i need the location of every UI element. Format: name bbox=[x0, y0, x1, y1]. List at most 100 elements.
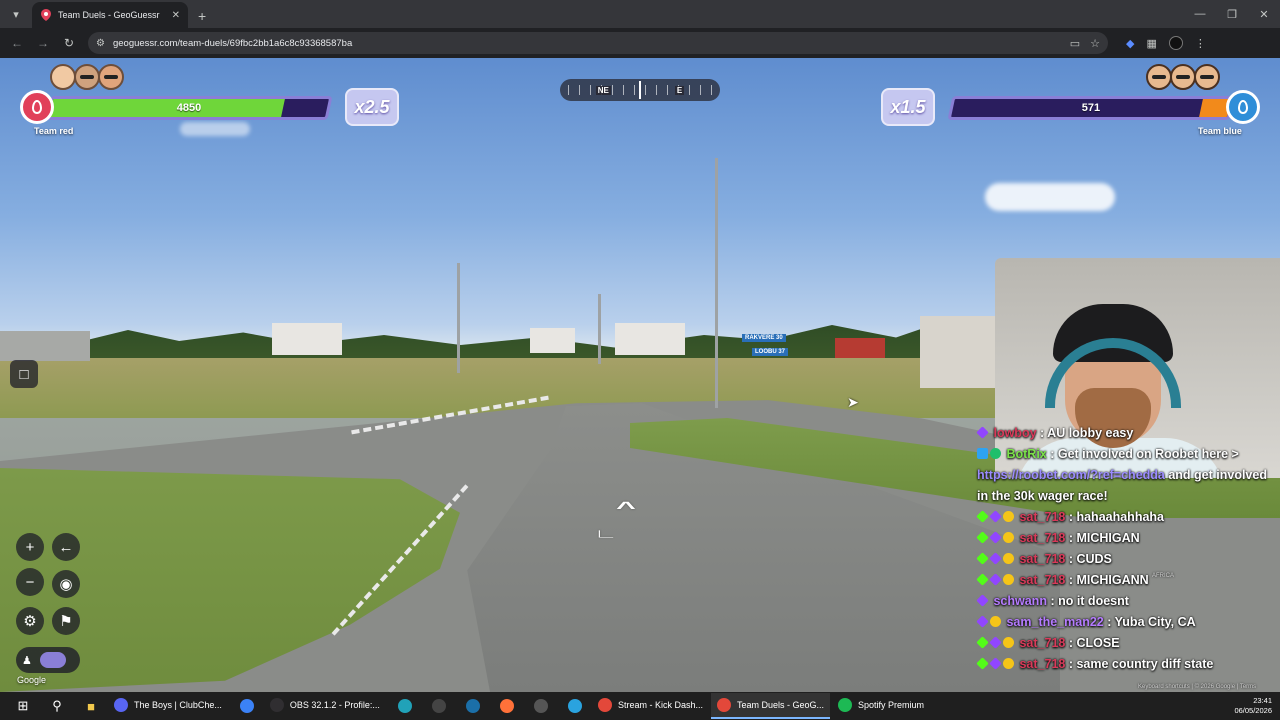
taskbar-app-label: Stream - Kick Dash... bbox=[617, 700, 703, 710]
house bbox=[615, 323, 685, 355]
team-red-health-value: 4850 bbox=[176, 102, 202, 114]
chat-badge-icon bbox=[976, 594, 989, 607]
avatar bbox=[1170, 64, 1196, 90]
chat-username[interactable]: sam_the_man22 bbox=[1003, 615, 1103, 629]
move-back-arrow-icon[interactable]: ∟ bbox=[594, 527, 618, 541]
team-red-pin-icon bbox=[20, 90, 54, 124]
chat-badge-icon bbox=[1003, 553, 1014, 564]
house bbox=[530, 328, 575, 353]
taskbar-app[interactable]: The Boys | ClubChe... bbox=[108, 693, 228, 719]
back-icon[interactable]: ← bbox=[6, 32, 28, 54]
team-blue-label: Team blue bbox=[1198, 126, 1242, 136]
chat-badge-icon bbox=[1003, 574, 1014, 585]
chat-badge-icon bbox=[1003, 511, 1014, 522]
bluetooth-icon[interactable] bbox=[236, 695, 258, 717]
chat-username[interactable]: sat_718 bbox=[1016, 552, 1065, 566]
return-to-start-icon[interactable]: ◉ bbox=[52, 570, 80, 598]
house bbox=[272, 323, 342, 355]
chat-message: BotRix : Get involved on Roobet here > h… bbox=[975, 444, 1280, 507]
tab-list-icon[interactable]: ▾ bbox=[4, 2, 28, 26]
steam-icon[interactable] bbox=[462, 695, 484, 717]
move-forward-arrow-icon[interactable]: ^ bbox=[616, 498, 636, 518]
extension-icon[interactable]: ◆ bbox=[1126, 37, 1134, 50]
chat-badge-icon bbox=[976, 426, 989, 439]
firefox-icon[interactable] bbox=[496, 695, 518, 717]
taskbar-app[interactable]: Stream - Kick Dash... bbox=[592, 693, 709, 719]
undo-move-icon[interactable]: ← bbox=[52, 533, 80, 561]
team-blue-multiplier: x1.5 bbox=[881, 88, 935, 126]
new-tab-icon[interactable]: + bbox=[198, 8, 206, 24]
chat-badge-icon bbox=[976, 615, 989, 628]
chat-text: : no it doesnt bbox=[1046, 594, 1129, 608]
puzzle-icon[interactable]: ▦ bbox=[1146, 37, 1156, 50]
reload-icon[interactable]: ↻ bbox=[58, 32, 80, 54]
close-icon[interactable]: ✕ bbox=[172, 10, 180, 21]
clock-date: 06/05/2026 bbox=[1234, 706, 1272, 715]
window-controls: — ❐ ✕ bbox=[1184, 0, 1280, 28]
address-bar[interactable]: ⚙ geoguessr.com/team-duels/69fbc2bb1a6c8… bbox=[88, 32, 1108, 54]
chat-badge-icon bbox=[989, 531, 1002, 544]
site-info-icon[interactable]: ⚙ bbox=[96, 38, 105, 49]
people-icon: ♟ bbox=[22, 654, 32, 667]
taskbar-app[interactable]: Team Duels - GeoG... bbox=[710, 693, 830, 719]
chat-username[interactable]: sat_718 bbox=[1016, 573, 1065, 587]
chat-username[interactable]: sat_718 bbox=[1016, 531, 1065, 545]
street-lamp bbox=[715, 158, 718, 408]
window-close-icon[interactable]: ✕ bbox=[1248, 0, 1280, 28]
windows-start-icon[interactable]: ⊞ bbox=[12, 695, 34, 717]
chat-username[interactable]: BotRix bbox=[1003, 447, 1046, 461]
forward-icon[interactable]: → bbox=[32, 32, 54, 54]
chat-message: sat_718 : MICHIGAN bbox=[975, 528, 1280, 549]
chat-username[interactable]: schwann bbox=[990, 594, 1047, 608]
chat-username[interactable]: sat_718 bbox=[1016, 636, 1065, 650]
tab-geoguessr[interactable]: Team Duels - GeoGuessr ✕ bbox=[32, 2, 188, 28]
zoom-out-icon[interactable]: − bbox=[16, 568, 44, 596]
browser-toolbar: ← → ↻ ⚙ geoguessr.com/team-duels/69fbc2b… bbox=[0, 28, 1280, 58]
team-blue-health-bar: 571 bbox=[947, 96, 1235, 120]
settings-gear-icon[interactable]: ⚙ bbox=[16, 607, 44, 635]
chat-text: : same country diff state bbox=[1065, 657, 1214, 671]
chat-message: schwann : no it doesnt bbox=[975, 591, 1280, 612]
star-icon[interactable]: ☆ bbox=[1090, 37, 1100, 50]
avatar bbox=[50, 64, 76, 90]
taskbar-app-label: The Boys | ClubChe... bbox=[134, 700, 222, 710]
app-icon[interactable] bbox=[428, 695, 450, 717]
chat-badge-icon bbox=[1003, 637, 1014, 648]
profile-icon[interactable] bbox=[1168, 36, 1183, 50]
chat-link[interactable]: https://roobet.com/?ref=chedda bbox=[977, 468, 1165, 482]
zoom-in-icon[interactable]: + bbox=[16, 533, 44, 561]
compass: NE E bbox=[560, 79, 720, 101]
taskbar-app[interactable]: OBS 32.1.2 - Profile:... bbox=[264, 693, 386, 719]
search-icon[interactable]: ⚲ bbox=[46, 695, 68, 717]
chat-username[interactable]: sat_718 bbox=[1016, 510, 1065, 524]
taskbar-app-label: OBS 32.1.2 - Profile:... bbox=[289, 700, 380, 710]
chat-badge-icon bbox=[990, 616, 1001, 627]
flag-icon[interactable]: ⚑ bbox=[52, 607, 80, 635]
maximize-icon[interactable]: ❐ bbox=[1216, 0, 1248, 28]
menu-icon[interactable]: ⋮ bbox=[1195, 37, 1206, 50]
telegram-icon[interactable] bbox=[564, 695, 586, 717]
edge-icon[interactable] bbox=[394, 695, 416, 717]
obs-icon bbox=[269, 698, 284, 712]
chat-username[interactable]: lowboy bbox=[990, 426, 1036, 440]
report-icon[interactable]: □ bbox=[10, 360, 38, 388]
chat-message: sat_718 : MICHIGANN bbox=[975, 570, 1280, 591]
taskbar-clock[interactable]: 23:41 06/05/2026 bbox=[1234, 696, 1272, 716]
chat-badge-icon bbox=[1003, 658, 1014, 669]
chat-text: : Yuba City, CA bbox=[1103, 615, 1196, 629]
street-view-viewport[interactable]: RAKVERE 30 LOOBU 37 ^ ∟ 4850 Team red x2… bbox=[0, 58, 1280, 692]
taskbar-app[interactable]: Spotify Premium bbox=[832, 693, 930, 719]
tool-icon[interactable] bbox=[530, 695, 552, 717]
file-explorer-icon[interactable]: ■ bbox=[80, 695, 102, 717]
chat-text: : CUDS bbox=[1065, 552, 1112, 566]
street-lamp bbox=[457, 263, 460, 373]
url-text[interactable]: geoguessr.com/team-duels/69fbc2bb1a6c8c9… bbox=[113, 38, 1062, 49]
team-chat-button[interactable]: ♟ bbox=[16, 647, 80, 673]
chat-badge-icon bbox=[976, 552, 989, 565]
cast-icon[interactable]: ▭ bbox=[1070, 37, 1080, 50]
map-legal-links[interactable]: Keyboard shortcuts | © 2026 Google | Ter… bbox=[1138, 684, 1256, 690]
chat-username[interactable]: sat_718 bbox=[1016, 657, 1065, 671]
avatar bbox=[98, 64, 124, 90]
minimize-icon[interactable]: — bbox=[1184, 0, 1216, 28]
cloud bbox=[985, 183, 1115, 211]
